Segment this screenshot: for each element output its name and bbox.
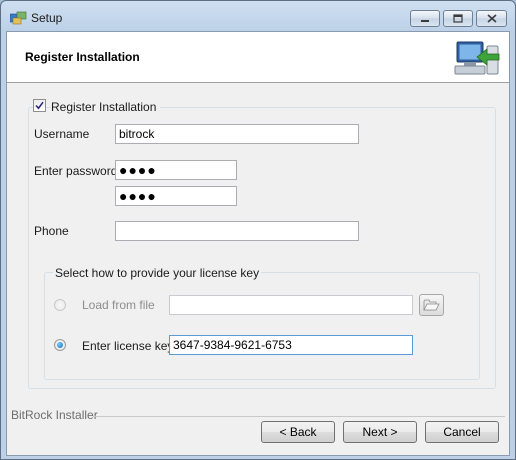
license-key-value: 3647-9384-9621-6753 [173,338,292,352]
username-field[interactable]: bitrock [115,124,359,144]
setup-window: Setup Register Installation Register Ins… [0,0,516,460]
browse-button[interactable] [419,294,444,316]
folder-open-icon [423,299,440,311]
enter-license-key-radio[interactable] [54,339,66,351]
next-button[interactable]: Next > [343,421,417,443]
window-title: Setup [31,11,63,25]
minimize-icon [421,19,429,22]
password-label: Enter password [34,164,118,178]
minimize-button[interactable] [410,10,440,27]
enter-license-key-label: Enter license key [82,339,174,353]
checkmark-icon [35,101,44,110]
radio-selected-dot [57,342,63,348]
phone-label: Phone [34,224,69,238]
title-bar[interactable]: Setup [1,1,515,31]
cancel-button[interactable]: Cancel [425,421,499,443]
maximize-icon [453,14,463,23]
page-title: Register Installation [25,50,140,64]
password-mask: ●●●● [119,162,157,178]
license-key-field[interactable]: 3647-9384-9621-6753 [169,335,413,355]
installer-name: BitRock Installer [11,408,102,422]
license-file-field[interactable] [169,295,413,315]
password-field[interactable]: ●●●● [115,160,237,180]
setup-app-icon [10,11,27,25]
load-from-file-label: Load from file [82,298,155,312]
username-label: Username [34,127,90,141]
header-band: Register Installation [7,32,509,83]
register-checkbox[interactable] [33,99,46,112]
confirm-password-mask: ●●●● [119,188,157,204]
maximize-button[interactable] [443,10,473,27]
license-groupbox [44,272,480,380]
phone-field[interactable] [115,221,359,241]
dialog-client-area: Register Installation Register Installat… [6,31,510,456]
register-computer-icon [454,41,500,75]
footer-divider [93,416,505,417]
load-from-file-radio[interactable] [54,299,66,311]
confirm-password-field[interactable]: ●●●● [115,186,237,206]
register-checkbox-label: Register Installation [51,100,161,114]
username-value: bitrock [119,127,155,141]
license-group-title: Select how to provide your license key [53,266,262,280]
close-button[interactable] [476,10,507,27]
close-icon [486,14,497,23]
back-button[interactable]: < Back [261,421,335,443]
